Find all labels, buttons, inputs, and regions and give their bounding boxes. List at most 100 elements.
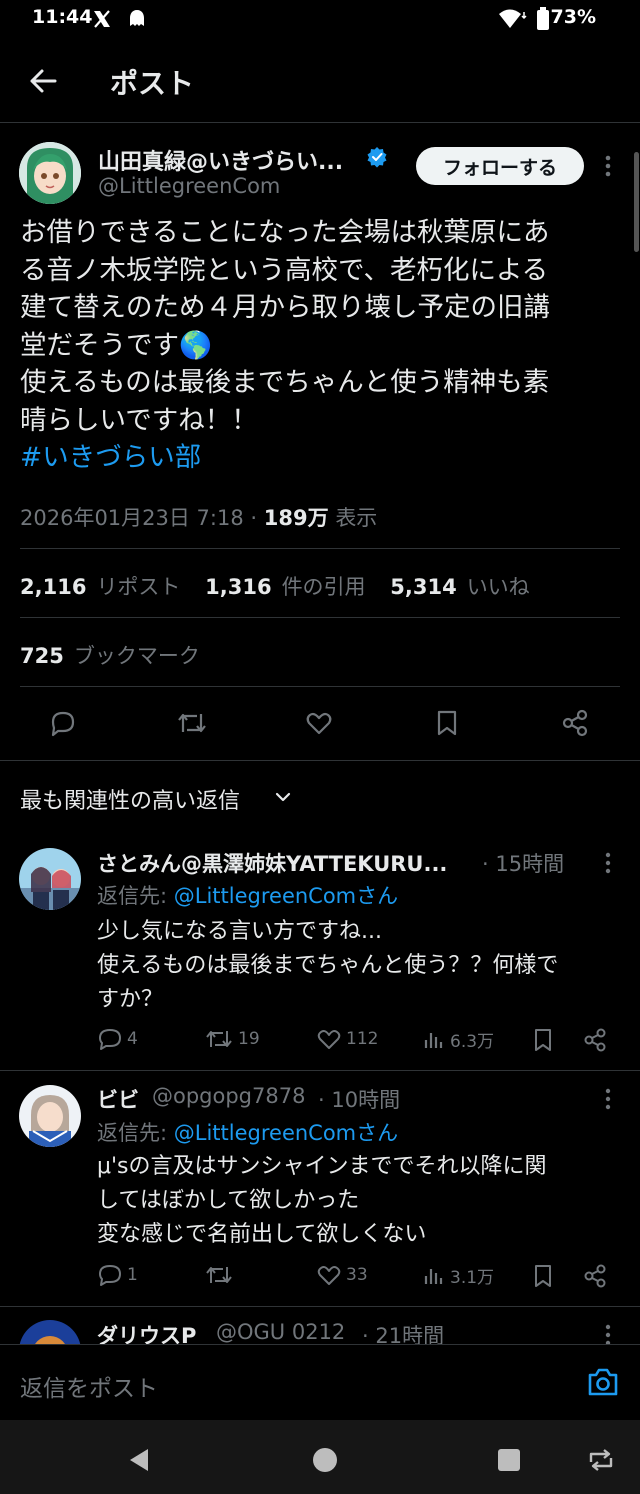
follow-button[interactable]: フォローする [416,147,584,185]
bookmark-icon[interactable] [532,1263,554,1289]
status-time: 11:44 [32,6,93,28]
reply-author-name[interactable]: さとみん@黒澤姉妹YATTEKURU... [97,848,447,878]
reply-comment-action[interactable]: 4 [97,1027,138,1051]
tweet-datetime[interactable]: 2026年01月23日 7:18 [20,506,244,530]
reply-line: してはぼかして欲しかった [97,1188,360,1213]
tweet-line: 使えるものは最後までちゃんと使う精神も素 [20,367,550,398]
author-avatar[interactable] [19,142,81,204]
share-icon[interactable] [582,1027,608,1053]
reply-line: 少し気になる言い方ですね... [97,919,382,944]
like-heart-icon [317,1030,341,1049]
reply-line: 変な感じで名前出して欲しくない [97,1222,427,1247]
reply-comment-action[interactable]: 1 [97,1263,138,1287]
reply-icon [99,1265,121,1286]
reply-author-handle[interactable]: @OGU 0212 [216,1320,345,1344]
reply-like-action[interactable]: 33 [316,1263,368,1287]
bookmarks-count: 725 [20,644,64,668]
divider [0,1306,640,1307]
reply-icon [99,1029,121,1050]
reply-repost-action[interactable] [204,1263,238,1287]
repost-icon [206,1031,232,1047]
page-title: ポスト [110,67,195,100]
reply-text: μ'sの言及はサンシャインまででそれ以降に関 してはぼかして欲しかった 変な感じ… [97,1150,547,1252]
wifi-icon [499,9,527,28]
views-count: 189万 [263,506,329,530]
reply-icon[interactable] [48,708,78,738]
author-handle[interactable]: @LittlegreenCom [98,174,280,198]
nav-home-icon[interactable] [311,1446,339,1474]
system-nav-bar [0,1420,640,1494]
reply-text: 少し気になる言い方ですね... 使えるものは最後までちゃんと使う？？何様で すか… [97,915,558,1017]
more-options-icon[interactable] [604,154,612,178]
reply-time: · 15時間 [482,852,565,876]
reply-to-mention[interactable]: @LittlegreenComさん [174,1121,398,1145]
bookmarks-label: ブックマーク [73,644,200,668]
reply-to-prefix: 返信先: [97,1121,168,1145]
views-chart-icon [424,1032,443,1048]
like-heart-icon [317,1266,341,1285]
divider [20,548,620,549]
battery-percent: 73% [550,6,596,28]
tweet-text: お借りできることになった会場は秋葉原にあ る音ノ木坂学院という高校で、老朽化によ… [20,214,620,477]
views-chart-icon [424,1268,443,1284]
bookmarks-stat[interactable]: 725 ブックマーク [20,640,200,670]
reply-like-action[interactable]: 112 [316,1027,378,1051]
likes-stat[interactable]: 5,314 いいね [390,575,529,599]
share-icon[interactable] [560,708,590,738]
reply-avatar[interactable] [19,848,81,910]
status-bar: 11:44 73% [0,0,640,40]
rotate-screen-icon[interactable] [586,1448,616,1472]
share-icon[interactable] [582,1263,608,1289]
reply-input[interactable]: 返信をポスト [20,1369,158,1403]
nav-back-icon[interactable] [126,1446,152,1474]
verified-badge-icon [367,147,387,168]
reply-line: 使えるものは最後までちゃんと使う？？何様で [97,953,559,978]
repost-icon [206,1267,232,1283]
like-heart-icon[interactable] [304,708,334,738]
reply-line: μ'sの言及はサンシャインまででそれ以降に関 [97,1154,547,1179]
repost-icon[interactable] [175,708,209,738]
header-divider [0,122,640,123]
nav-recents-icon[interactable] [496,1447,522,1473]
tweet-line: 堂だそうです🌎 [20,329,212,361]
reply-repost-action[interactable]: 19 [204,1027,260,1051]
reposts-stat[interactable]: 2,116 リポスト [20,575,180,599]
reply-views-action[interactable]: 6.3万 [422,1027,494,1052]
tweet-line: る音ノ木坂学院という高校で、老朽化による [20,254,549,286]
bookmark-icon[interactable] [532,1027,554,1053]
reply-to-line: 返信先: @LittlegreenComさん [97,880,398,910]
tweet-line: 晴らしいですね！！ [20,404,258,436]
more-options-icon[interactable] [604,852,612,874]
ghost-icon [130,10,144,26]
tweet-line: 建て替えのため４月から取り壊し予定の旧講 [20,292,550,323]
replies-sort-label: 最も関連性の高い返信 [20,789,241,814]
camera-icon[interactable] [586,1367,620,1397]
reply-views-action[interactable]: 3.1万 [422,1263,494,1288]
more-options-icon[interactable] [604,1088,612,1110]
reply-avatar[interactable] [19,1085,81,1147]
scrollbar[interactable] [634,152,639,252]
reply-to-mention[interactable]: @LittlegreenComさん [174,884,398,908]
divider [0,1070,640,1071]
reply-author-name[interactable]: ビビ [97,1084,139,1114]
bookmark-icon[interactable] [434,708,460,738]
chevron-down-icon[interactable] [274,790,292,804]
divider [20,686,620,687]
quotes-stat[interactable]: 1,316 件の引用 [205,575,365,599]
replies-sort-dropdown[interactable]: 最も関連性の高い返信 [20,783,240,815]
reply-compose-bar[interactable]: 返信をポスト [0,1344,640,1420]
reply-line: すか？ [97,987,164,1012]
meta-separator: · [250,506,264,530]
battery-icon [537,7,549,30]
reply-time: · 10時間 [318,1088,401,1112]
more-options-icon[interactable] [604,1324,612,1346]
header: ポスト [0,40,640,122]
author-name[interactable]: 山田真緑@いきづらい... [98,144,343,176]
hashtag-link[interactable]: #いきづらい部 [20,439,620,477]
reply-to-prefix: 返信先: [97,884,168,908]
back-arrow-icon[interactable] [28,66,58,96]
x-logo-icon [94,10,110,28]
reply-author-handle[interactable]: @opgopg7878 [152,1084,305,1108]
tweet-line: お借りできることになった会場は秋葉原にあ [20,217,550,248]
divider [20,617,620,618]
